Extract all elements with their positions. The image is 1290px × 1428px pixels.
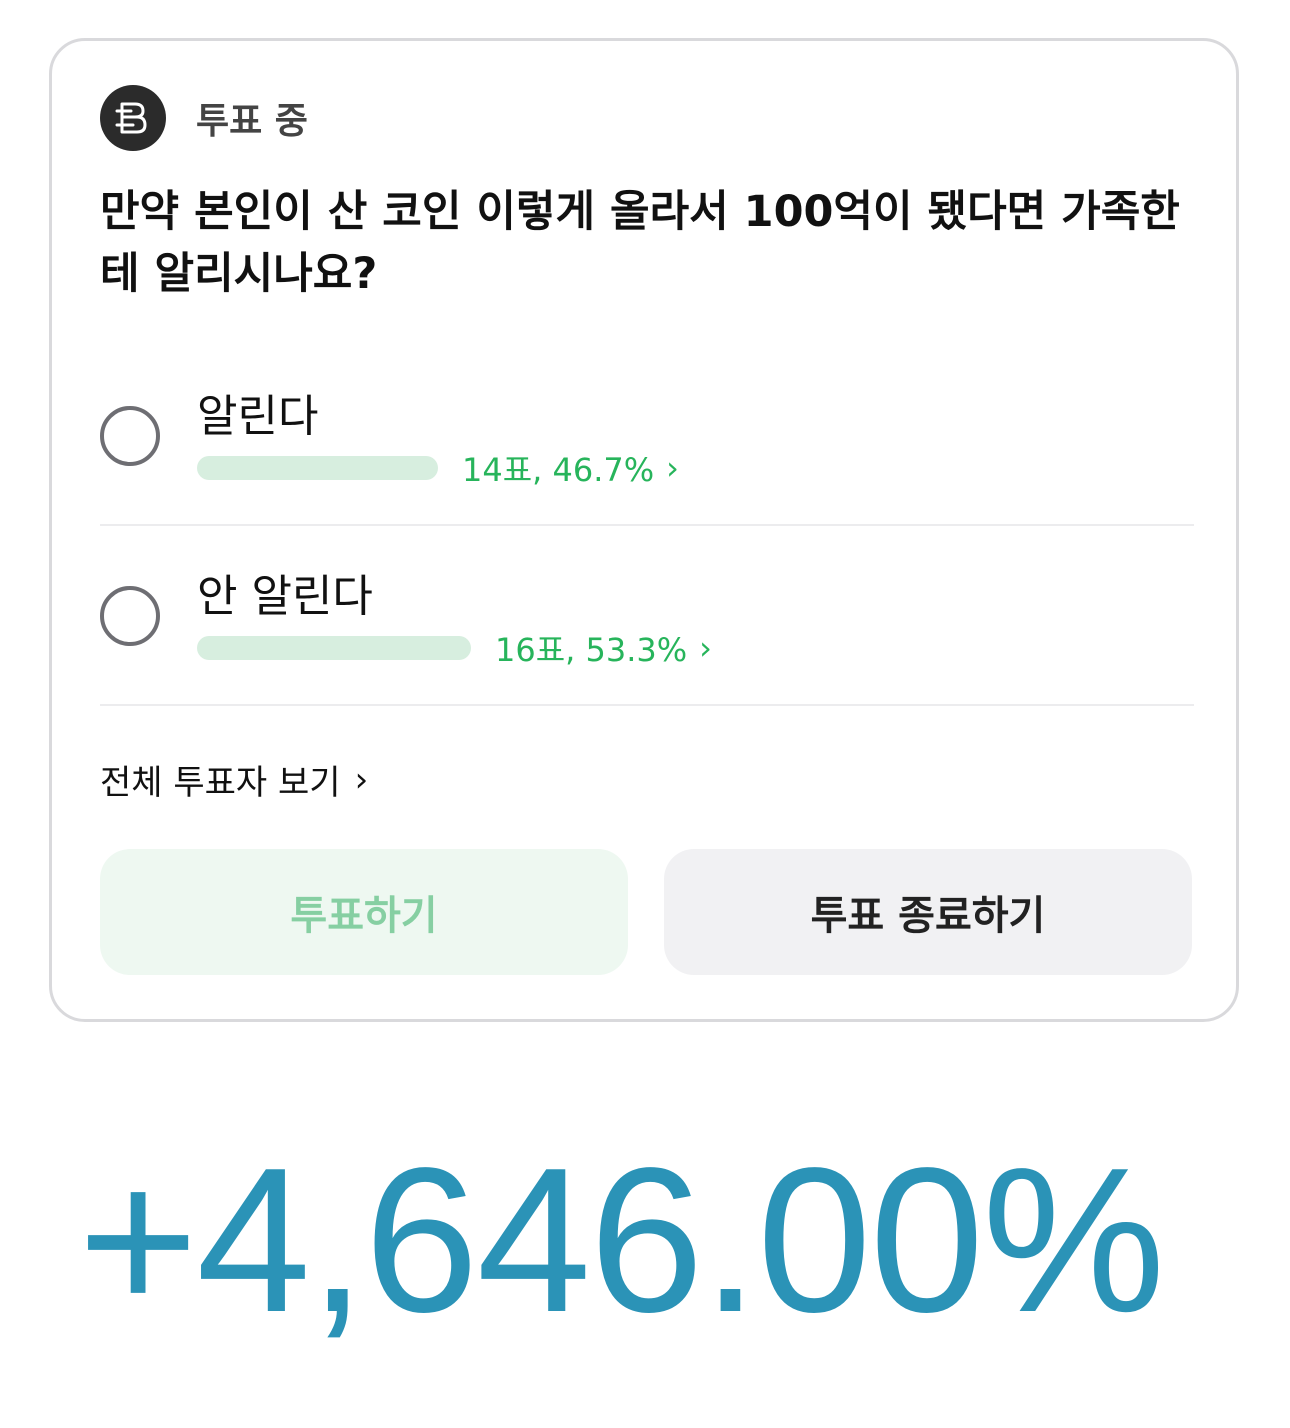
poll-question: 만약 본인이 산 코인 이렇게 올라서 100억이 됐다면 가족한테 알리시나요… [100, 187, 1180, 299]
radio-unchecked-icon[interactable] [100, 586, 160, 646]
radio-unchecked-icon[interactable] [100, 406, 160, 466]
option-result-row: 16표, 53.3% › [197, 625, 712, 671]
view-all-voters-label: 전체 투표자 보기 [100, 763, 341, 803]
option-result-link[interactable]: 14표, 46.7% › [462, 445, 679, 491]
chevron-right-icon: › [699, 629, 712, 667]
percent-gain-text: +4,646.00% [78, 1125, 1165, 1355]
poll-option[interactable]: 안 알린다 16표, 53.3% › [100, 526, 1194, 706]
poll-status-label: 투표 중 [196, 101, 308, 142]
option-label: 알린다 [197, 391, 319, 442]
divider [100, 704, 1194, 706]
vote-button[interactable]: 투표하기 [100, 849, 628, 975]
poll-option[interactable]: 알린다 14표, 46.7% › [100, 346, 1194, 526]
view-all-voters-link[interactable]: 전체 투표자 보기 › [100, 755, 368, 804]
vote-share-bar [197, 636, 471, 660]
option-result-link[interactable]: 16표, 53.3% › [495, 625, 712, 671]
poll-header: 투표 중 [100, 85, 308, 151]
option-label: 안 알린다 [197, 571, 373, 622]
chevron-right-icon: › [354, 759, 369, 800]
option-result-text: 14표, 46.7% [462, 451, 655, 489]
option-result-text: 16표, 53.3% [495, 631, 688, 669]
chevron-right-icon: › [666, 449, 679, 487]
poll-card: 투표 중 만약 본인이 산 코인 이렇게 올라서 100억이 됐다면 가족한테 … [49, 38, 1239, 1022]
option-result-row: 14표, 46.7% › [197, 445, 679, 491]
end-vote-button[interactable]: 투표 종료하기 [664, 849, 1192, 975]
ballot-badge-icon [100, 85, 166, 151]
vote-share-bar [197, 456, 438, 480]
